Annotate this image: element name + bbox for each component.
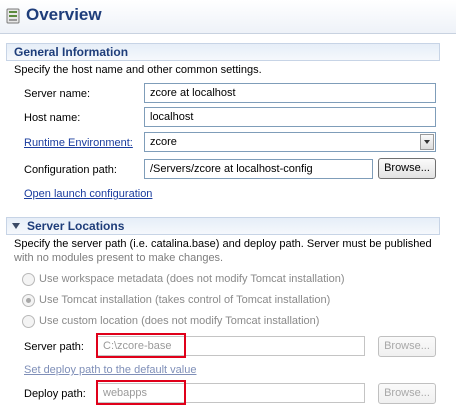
- general-information-header: General Information: [6, 43, 440, 61]
- server-path-highlight: [96, 333, 186, 358]
- collapse-triangle-icon[interactable]: [12, 223, 20, 229]
- configuration-path-label: Configuration path:: [24, 164, 117, 176]
- open-launch-configuration-link[interactable]: Open launch configuration: [24, 188, 152, 200]
- locations-description-line1: Specify the server path (i.e. catalina.b…: [14, 238, 432, 250]
- radio-workspace-label: Use workspace metadata (does not modify …: [39, 273, 345, 285]
- radio-tomcat-label: Use Tomcat installation (takes control o…: [39, 294, 331, 306]
- runtime-environment-link[interactable]: Runtime Environment:: [24, 137, 133, 149]
- config-browse-button[interactable]: Browse...: [378, 158, 436, 179]
- server-locations-header[interactable]: Server Locations: [6, 217, 440, 235]
- radio-custom-label: Use custom location (does not modify Tom…: [39, 315, 320, 327]
- configuration-path-input[interactable]: /Servers/zcore at localhost-config: [144, 159, 373, 179]
- server-path-browse-button[interactable]: Browse...: [378, 336, 436, 357]
- runtime-selected-value: zcore: [150, 136, 177, 148]
- runtime-environment-select[interactable]: zcore: [144, 132, 436, 152]
- radio-workspace-metadata[interactable]: [22, 273, 35, 286]
- locations-description-line2: with no modules present to make changes.: [14, 252, 224, 264]
- section-title: General Information: [14, 45, 129, 59]
- server-name-input[interactable]: zcore at localhost: [144, 83, 436, 103]
- deploy-path-highlight: [96, 380, 186, 405]
- radio-tomcat-installation[interactable]: [22, 294, 35, 307]
- deploy-path-browse-button[interactable]: Browse...: [378, 383, 436, 404]
- chevron-down-icon[interactable]: [420, 134, 434, 150]
- page-title: Overview: [26, 5, 102, 24]
- section-title: Server Locations: [27, 219, 125, 233]
- general-description: Specify the host name and other common s…: [14, 64, 262, 76]
- set-deploy-path-default-link[interactable]: Set deploy path to the default value: [24, 364, 196, 376]
- editor-header: Overview: [0, 0, 456, 34]
- host-name-input[interactable]: localhost: [144, 107, 436, 127]
- server-name-label: Server name:: [24, 88, 91, 100]
- tomcat-server-icon: [6, 8, 20, 24]
- host-name-label: Host name:: [24, 112, 81, 124]
- server-path-label: Server path:: [24, 341, 84, 353]
- radio-custom-location[interactable]: [22, 315, 35, 328]
- deploy-path-label: Deploy path:: [24, 388, 86, 400]
